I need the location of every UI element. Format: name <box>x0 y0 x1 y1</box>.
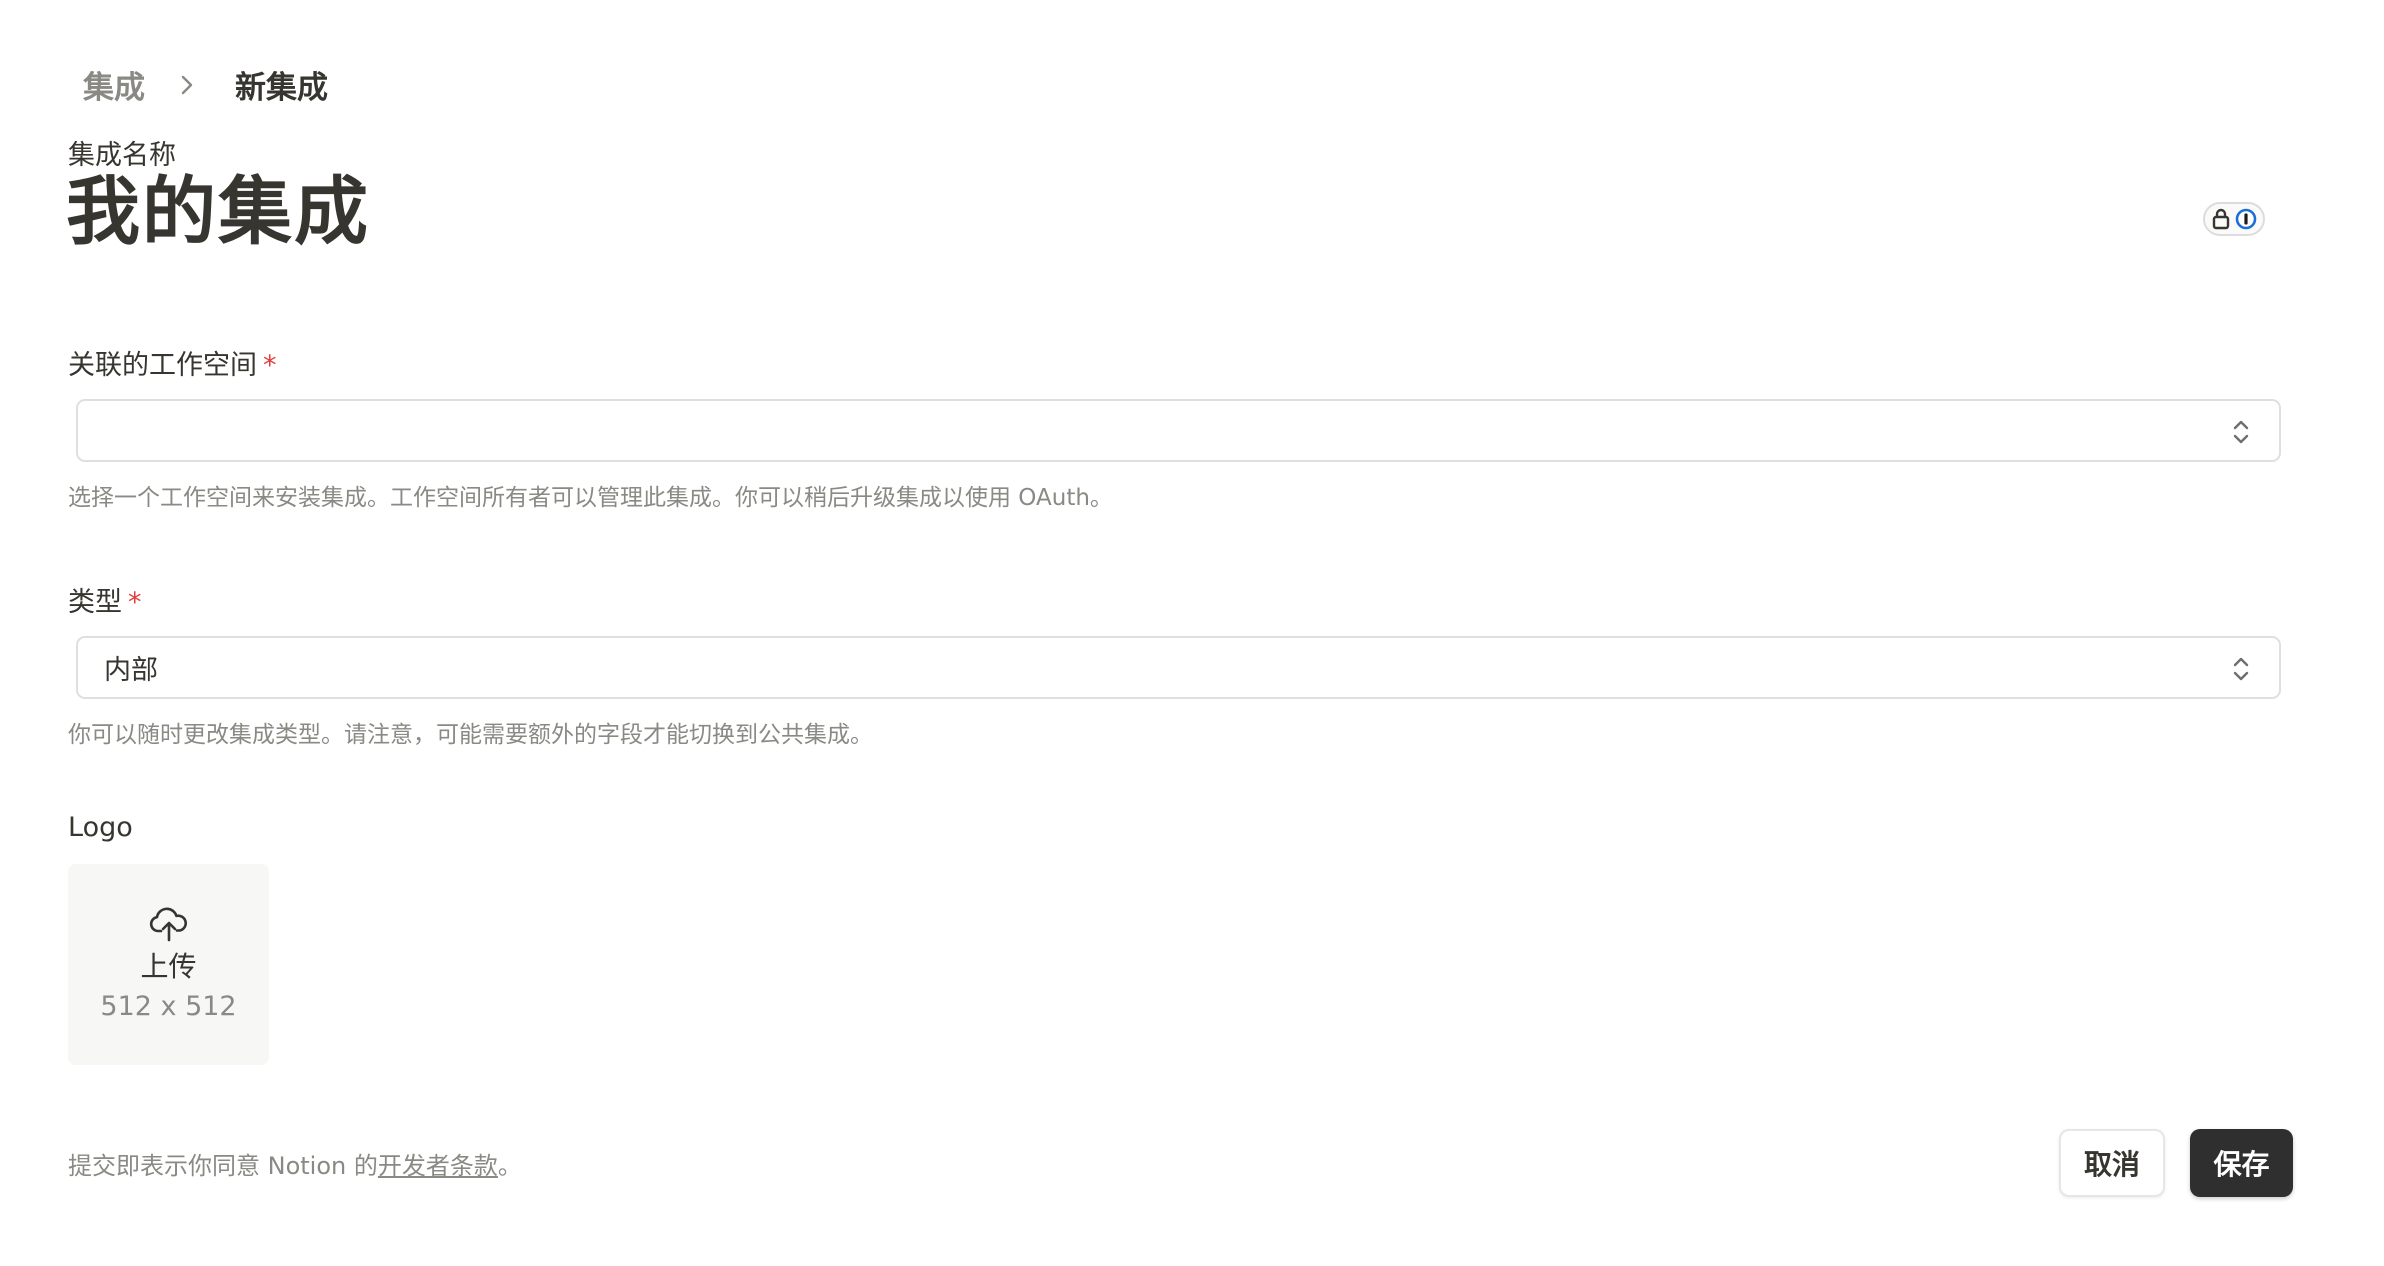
developer-terms-link[interactable]: 开发者条款 <box>378 1152 498 1180</box>
workspace-hint: 选择一个工作空间来安装集成。工作空间所有者可以管理此集成。你可以稍后升级集成以使… <box>68 485 1113 511</box>
integration-name-input[interactable]: 我的集成 <box>66 175 370 249</box>
logo-label: Logo <box>68 812 133 843</box>
upload-label: 上传 <box>140 950 197 983</box>
password-manager-icon <box>2235 208 2257 230</box>
breadcrumb: 集成 新集成 <box>83 62 328 107</box>
required-marker: * <box>128 587 142 618</box>
type-select-value: 内部 <box>104 655 158 686</box>
password-manager-badge[interactable] <box>2203 202 2265 236</box>
type-hint: 你可以随时更改集成类型。请注意，可能需要额外的字段才能切换到公共集成。 <box>68 722 873 748</box>
integration-name-label: 集成名称 <box>68 140 176 171</box>
chevron-up-down-icon <box>2233 420 2249 444</box>
workspace-label: 关联的工作空间 * <box>68 350 277 381</box>
cancel-button[interactable]: 取消 <box>2059 1129 2165 1197</box>
logo-upload-button[interactable]: 上传 512 x 512 <box>68 864 269 1065</box>
type-select[interactable]: 内部 <box>76 636 2281 699</box>
chevron-right-icon <box>179 73 195 97</box>
cloud-upload-icon <box>149 907 187 942</box>
breadcrumb-current: 新集成 <box>235 70 328 106</box>
chevron-up-down-icon <box>2233 657 2249 681</box>
required-marker: * <box>263 350 277 381</box>
save-button[interactable]: 保存 <box>2190 1129 2293 1197</box>
type-label: 类型 * <box>68 587 142 618</box>
lock-icon <box>2212 208 2230 230</box>
breadcrumb-integrations-link[interactable]: 集成 <box>83 62 145 107</box>
upload-size-hint: 512 x 512 <box>100 991 237 1022</box>
terms-notice: 提交即表示你同意 Notion 的开发者条款。 <box>68 1152 522 1180</box>
workspace-select[interactable] <box>76 399 2281 462</box>
